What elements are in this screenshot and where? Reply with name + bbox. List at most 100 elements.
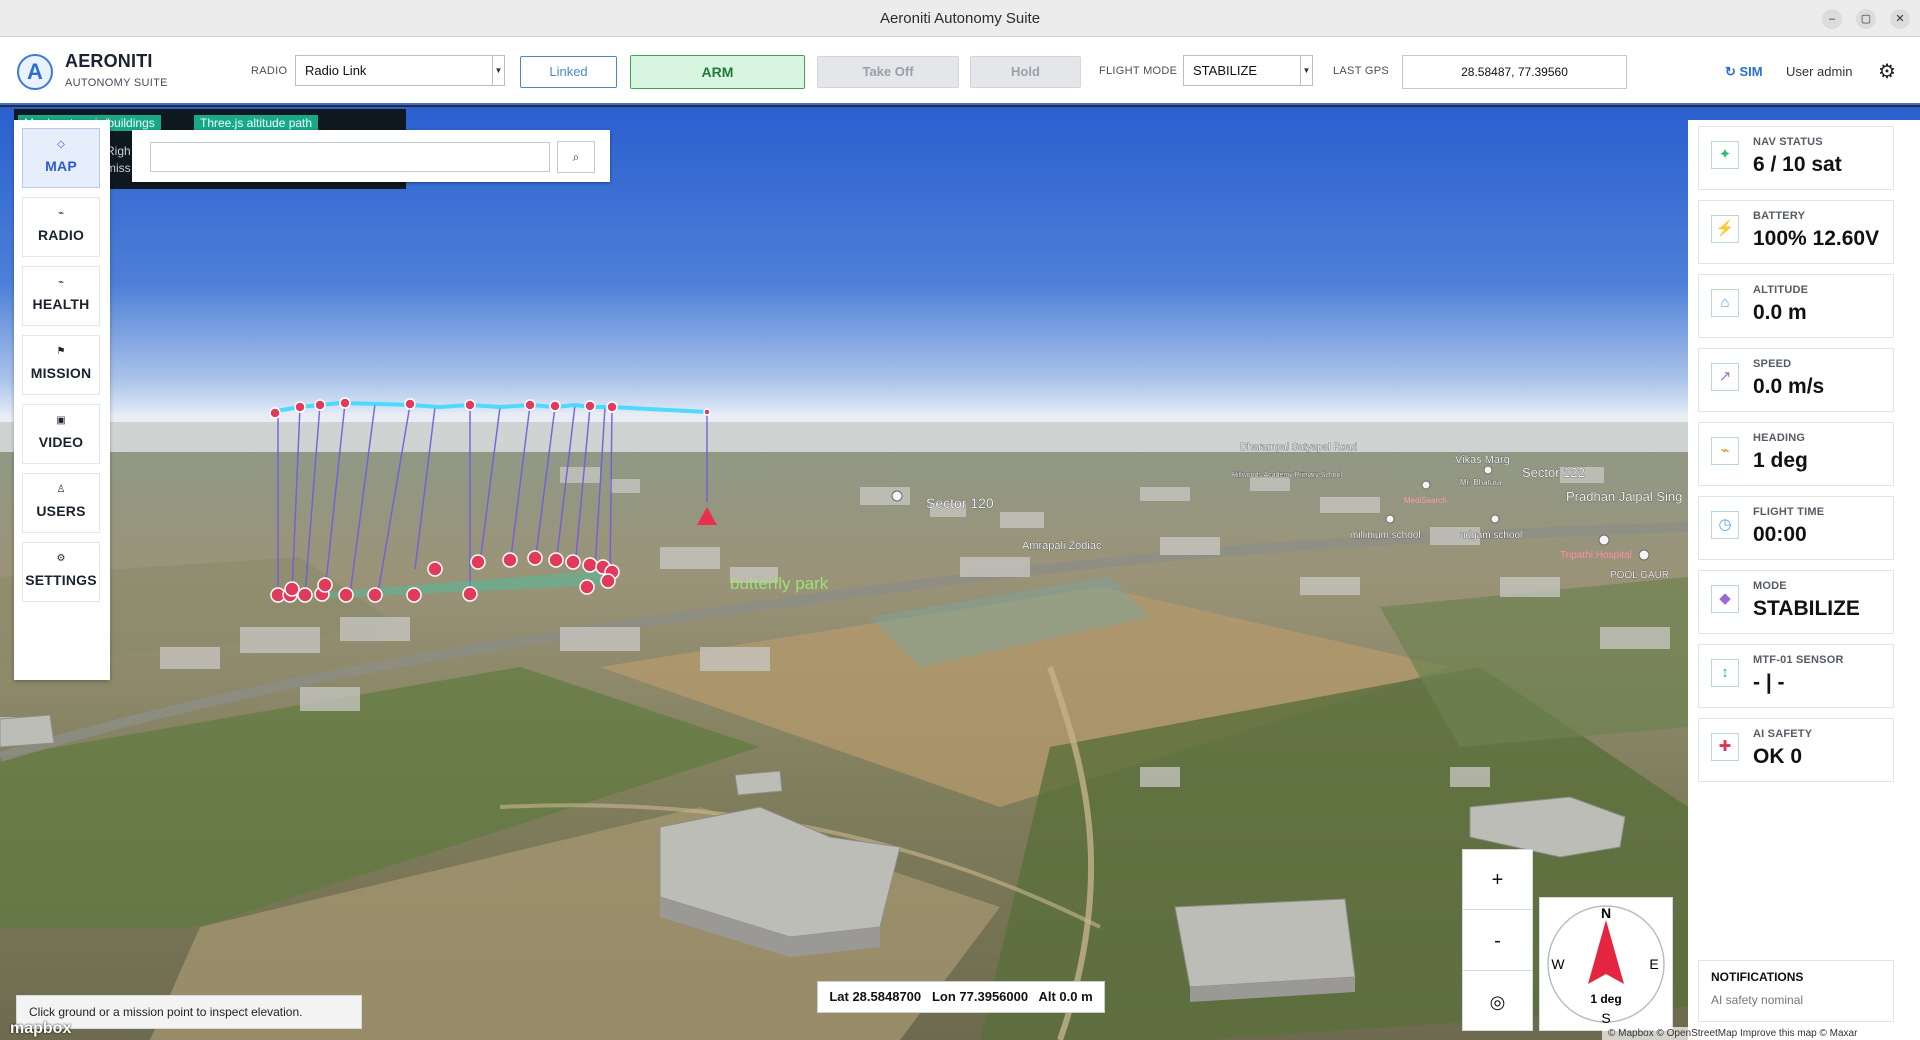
gear-icon[interactable]: ⚙: [1878, 59, 1896, 84]
compass-widget[interactable]: N S E W 1 deg: [1539, 897, 1673, 1031]
nav-item-health[interactable]: ⌁ HEALTH: [22, 266, 100, 326]
user-label[interactable]: User admin: [1786, 64, 1852, 79]
gear-icon: ⚙: [56, 553, 66, 564]
chip-threejs-path[interactable]: Three.js altitude path: [194, 115, 319, 131]
nav-item-radio[interactable]: ⌁ RADIO: [22, 197, 100, 257]
chevron-down-icon: ▼: [1300, 56, 1312, 85]
heading-icon: ⌁: [1711, 437, 1739, 465]
telemetry-label: MTF-01 SENSOR: [1753, 654, 1844, 666]
nav-item-map[interactable]: ◇ MAP: [22, 128, 100, 188]
readout-lat: Lat 28.5848700: [829, 989, 922, 1004]
flight-mode-select[interactable]: STABILIZE ▼: [1183, 55, 1313, 86]
readout-lon: Lon 77.3956000: [931, 989, 1029, 1004]
map-label-amrapali: Amrapali Zodiac: [1022, 540, 1102, 552]
search-icon: ⌕: [572, 150, 580, 164]
map-attribution[interactable]: © Mapbox © OpenStreetMap Improve this ma…: [1602, 1027, 1920, 1040]
telemetry-value: 100% 12.60V: [1753, 227, 1880, 250]
flight-mode-value: STABILIZE: [1193, 63, 1258, 78]
video-icon: ▣: [56, 415, 66, 426]
map-label-udgam-school: udgam school: [1460, 530, 1522, 541]
locate-icon[interactable]: ◎: [1463, 972, 1532, 1032]
close-button[interactable]: ✕: [1890, 9, 1910, 29]
telemetry-value: - | -: [1753, 671, 1785, 694]
map-label-vikas-marg: Vikas Marg: [1455, 454, 1510, 466]
nav-label-radio: RADIO: [37, 227, 85, 243]
nav-label-video: VIDEO: [38, 434, 84, 450]
map-icon: ◇: [57, 139, 65, 150]
radio-icon: ⌁: [57, 208, 65, 219]
telemetry-nav-status: ✦ NAV STATUS 6 / 10 sat: [1698, 126, 1894, 190]
top-toolbar: A AERONITI AUTONOMY SUITE RADIO Radio Li…: [0, 37, 1920, 105]
title-bar: Aeroniti Autonomy Suite – ▢ ✕: [0, 0, 1920, 37]
search-input[interactable]: [150, 142, 550, 172]
take-off-button[interactable]: Take Off: [817, 56, 959, 88]
health-icon: ⌁: [57, 277, 65, 288]
map-label-pool-gaur: POOL GAUR: [1610, 570, 1669, 581]
telemetry-label: MODE: [1753, 580, 1787, 592]
arm-button[interactable]: ARM: [630, 55, 805, 89]
telemetry-label: SPEED: [1753, 358, 1792, 370]
zoom-out-button[interactable]: -: [1463, 911, 1532, 971]
nav-label-users: USERS: [36, 503, 86, 519]
nav-label-health: HEALTH: [32, 296, 90, 312]
linked-button[interactable]: Linked: [520, 56, 617, 88]
compass-heading: 1 deg: [1590, 992, 1621, 1006]
satellite-icon: ✦: [1711, 141, 1739, 169]
telemetry-battery: ⚡ BATTERY 100% 12.60V: [1698, 200, 1894, 264]
location-search: ⌕: [132, 130, 610, 182]
map-label-sector120: Sector 120: [926, 495, 994, 511]
telemetry-label: BATTERY: [1753, 210, 1806, 222]
telemetry-speed: ↗ SPEED 0.0 m/s: [1698, 348, 1894, 412]
compass-s: S: [1601, 1010, 1610, 1026]
telemetry-value: 6 / 10 sat: [1753, 153, 1842, 176]
search-button[interactable]: ⌕: [557, 141, 595, 173]
brand-logo-icon: A: [17, 54, 53, 90]
nav-item-users[interactable]: ♙ USERS: [22, 473, 100, 533]
mapbox-logo[interactable]: mapbox: [10, 1020, 71, 1038]
radio-select[interactable]: Radio Link ▼: [295, 55, 505, 86]
radio-label: RADIO: [251, 65, 288, 77]
map-label-pradhan: Pradhan Jaipal Sing: [1566, 489, 1682, 504]
altitude-icon: ⌂: [1711, 289, 1739, 317]
readout-alt: Alt 0.0 m: [1038, 989, 1093, 1004]
map-label-millinium-school: millinium school: [1350, 530, 1421, 541]
brand-name: AERONITI: [65, 51, 153, 71]
telemetry-value: 1 deg: [1753, 449, 1808, 472]
nav-item-mission[interactable]: ⚑ MISSION: [22, 335, 100, 395]
minimize-button[interactable]: –: [1822, 9, 1842, 29]
speed-icon: ↗: [1711, 363, 1739, 391]
nav-label-mission: MISSION: [30, 365, 92, 381]
map-label-mr-bhatura: Mr. Bhatura: [1460, 478, 1502, 487]
radio-select-value: Radio Link: [305, 63, 367, 78]
sim-toggle[interactable]: ↻ SIM: [1725, 64, 1763, 80]
telemetry-panel: ✦ NAV STATUS 6 / 10 sat ⚡ BATTERY 100% 1…: [1688, 120, 1920, 1040]
notification-text: AI safety nominal: [1711, 993, 1804, 1007]
mode-icon: ◆: [1711, 585, 1739, 613]
telemetry-ai-safety: ✚ AI SAFETY OK 0: [1698, 718, 1894, 782]
app-window: Aeroniti Autonomy Suite – ▢ ✕ A AERONITI…: [0, 0, 1920, 1040]
compass-w: W: [1551, 956, 1565, 972]
safety-cross-icon: ✚: [1711, 733, 1739, 761]
left-nav-panel: ◇ MAP ⌁ RADIO ⌁ HEALTH ⚑ MISSION ▣ VIDEO…: [14, 120, 110, 680]
user-icon: ♙: [56, 484, 66, 495]
notifications-panel: NOTIFICATIONS AI safety nominal: [1698, 960, 1894, 1022]
telemetry-value: STABILIZE: [1753, 597, 1860, 620]
last-gps-label: LAST GPS: [1333, 65, 1389, 77]
telemetry-flight-time: ◷ FLIGHT TIME 00:00: [1698, 496, 1894, 560]
telemetry-value: 0.0 m/s: [1753, 375, 1825, 398]
brand-subtitle: AUTONOMY SUITE: [65, 77, 168, 89]
zoom-in-button[interactable]: +: [1463, 850, 1532, 910]
clock-icon: ◷: [1711, 511, 1739, 539]
hold-button[interactable]: Hold: [970, 56, 1081, 88]
map-label-medisearch: MediSearch: [1404, 496, 1447, 505]
nav-item-video[interactable]: ▣ VIDEO: [22, 404, 100, 464]
map-label-tripathi-hospital: Tripathi Hospital: [1560, 550, 1632, 561]
telemetry-value: 00:00: [1753, 523, 1807, 546]
last-gps-value: 28.58487, 77.39560: [1402, 55, 1627, 89]
maximize-button[interactable]: ▢: [1856, 9, 1876, 29]
nav-label-settings: SETTINGS: [25, 572, 97, 588]
chevron-down-icon: ▼: [492, 56, 504, 85]
telemetry-label: AI SAFETY: [1753, 728, 1813, 740]
nav-item-settings[interactable]: ⚙ SETTINGS: [22, 542, 100, 602]
telemetry-label: FLIGHT TIME: [1753, 506, 1825, 518]
